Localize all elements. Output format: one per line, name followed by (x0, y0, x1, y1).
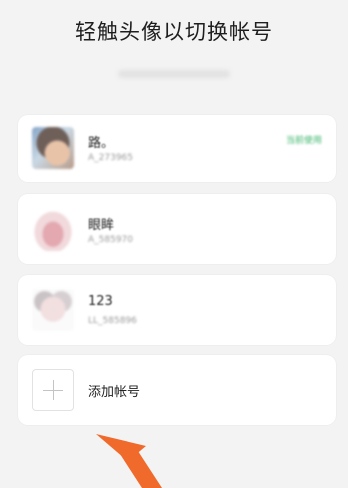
account-card-3[interactable]: 123 LL_585896 (18, 275, 336, 345)
account-card-1[interactable]: 路。 A_273965 当前使用 (18, 115, 336, 182)
account-id: A_585970 (88, 235, 134, 245)
account-id: LL_585896 (88, 316, 137, 326)
page-title: 轻触头像以切换帐号 (75, 20, 273, 44)
current-account-badge: 当前使用 (285, 136, 322, 146)
account-id: A_273965 (88, 153, 134, 163)
account-name: 路。 (88, 136, 115, 151)
add-account-label: 添加帐号 (88, 385, 141, 400)
avatar[interactable] (32, 289, 74, 331)
plus-vertical (53, 380, 54, 400)
plus-icon[interactable] (32, 369, 74, 411)
blurred-subtitle (118, 70, 230, 78)
avatar[interactable] (32, 209, 74, 251)
avatar[interactable] (32, 127, 74, 169)
pointer-arrow-icon (96, 434, 162, 488)
account-card-2[interactable]: 眼眸 A_585970 (18, 194, 336, 264)
arrow-shaft (120, 448, 162, 488)
account-name: 眼眸 (88, 218, 115, 233)
account-name: 123 (88, 294, 113, 309)
add-account-button[interactable]: 添加帐号 (18, 355, 336, 425)
